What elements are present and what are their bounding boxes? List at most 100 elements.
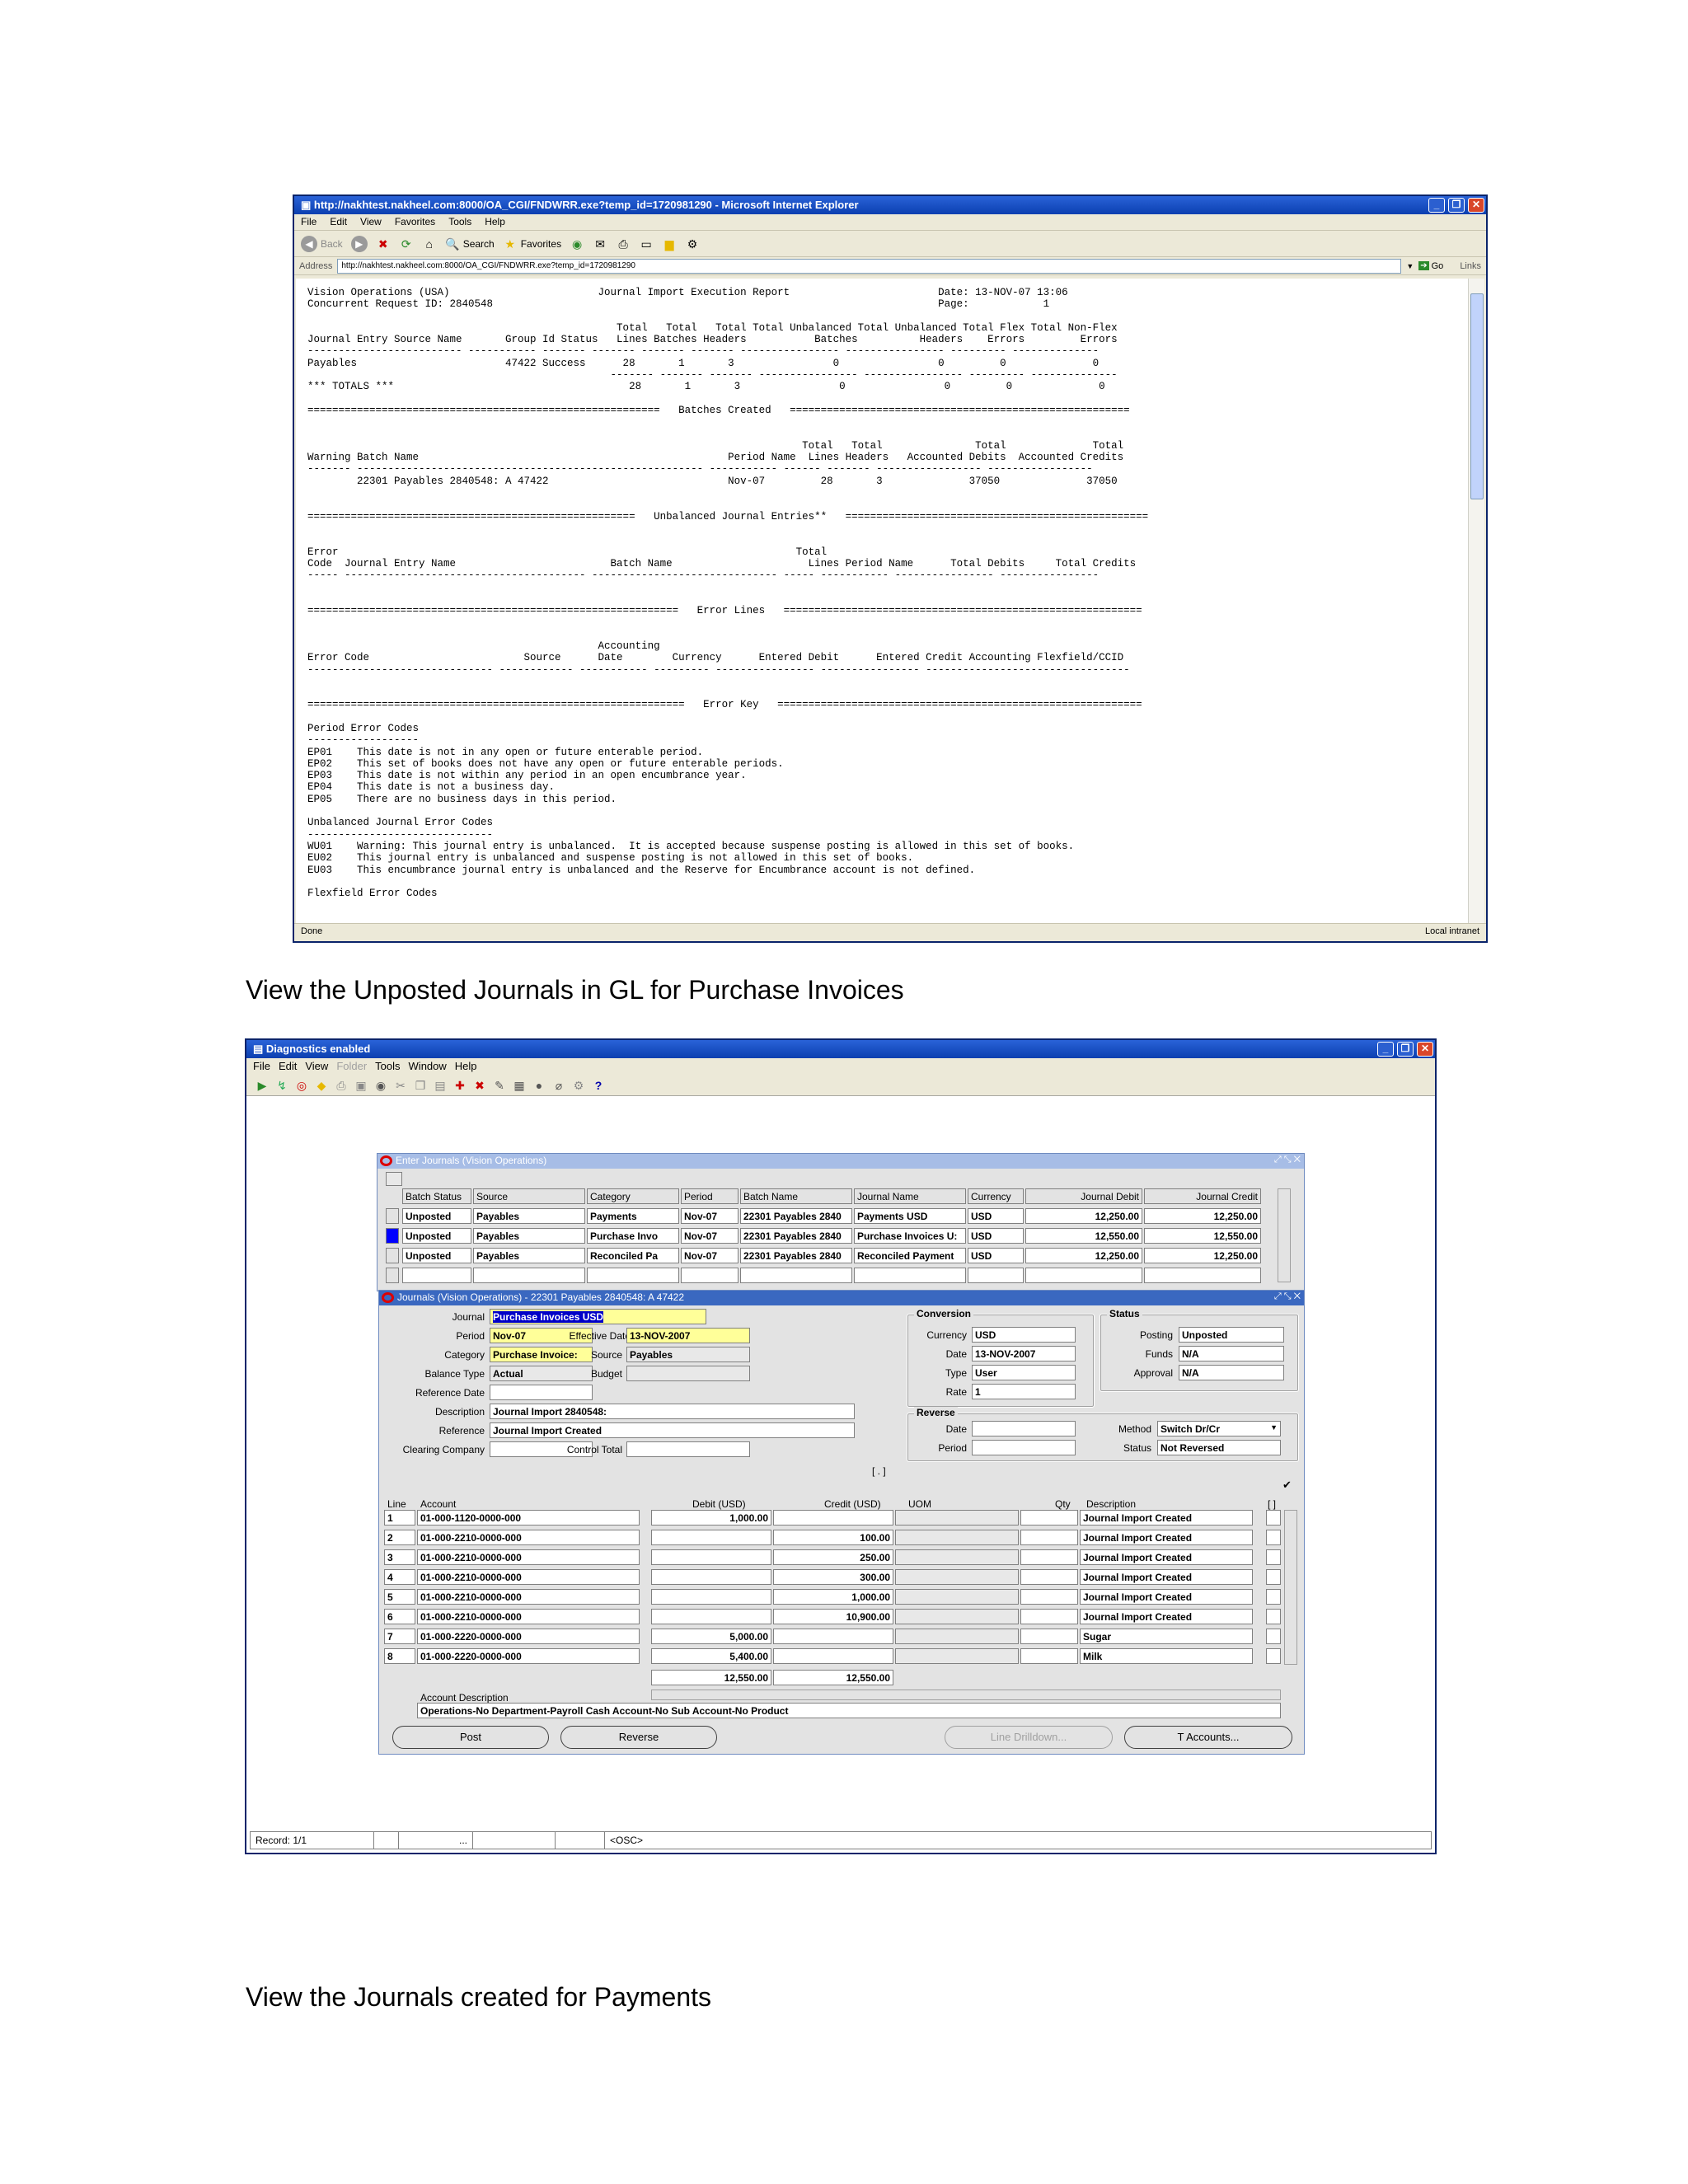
table-cell[interactable] — [968, 1268, 1024, 1283]
column-header[interactable]: Period — [681, 1188, 738, 1204]
table-cell[interactable]: Payables — [473, 1248, 585, 1263]
oracle-menu-tools[interactable]: Tools — [375, 1060, 400, 1073]
menu-help[interactable]: Help — [485, 216, 505, 228]
table-cell[interactable]: 12,550.00 — [1025, 1228, 1142, 1244]
table-cell[interactable]: Nov-07 — [681, 1228, 738, 1244]
table-cell[interactable] — [1144, 1268, 1261, 1283]
menu-favorites[interactable]: Favorites — [395, 216, 435, 228]
table-cell[interactable]: Payables — [473, 1208, 585, 1224]
close-button[interactable]: ✕ — [1468, 198, 1484, 213]
reference-field[interactable]: Journal Import Created — [490, 1422, 855, 1438]
reverse-period-field[interactable] — [972, 1440, 1076, 1455]
table-cell[interactable]: Payments USD — [854, 1208, 966, 1224]
journal-line-cell[interactable]: Journal Import Created — [1080, 1609, 1253, 1624]
column-header[interactable]: Source — [473, 1188, 585, 1204]
journal-line-cell[interactable] — [651, 1569, 771, 1585]
line-number-cell[interactable]: 3 — [384, 1549, 415, 1565]
journal-line-cell[interactable] — [1266, 1549, 1281, 1565]
table-cell[interactable]: 22301 Payables 2840 — [740, 1228, 852, 1244]
journal-line-cell[interactable] — [895, 1530, 1019, 1545]
table-cell[interactable] — [740, 1268, 852, 1283]
journal-line-cell[interactable] — [1266, 1629, 1281, 1644]
paste-icon[interactable]: ▤ — [433, 1078, 448, 1093]
oracle-maximize-button[interactable]: ❐ — [1397, 1042, 1414, 1057]
table-cell[interactable]: Payments — [587, 1208, 679, 1224]
minimize-button[interactable]: _ — [1428, 198, 1445, 213]
journal-line-cell[interactable] — [895, 1589, 1019, 1605]
line-drilldown-button[interactable]: Line Drilldown... — [945, 1726, 1113, 1749]
table-cell[interactable]: Nov-07 — [681, 1208, 738, 1224]
oracle-menu-edit[interactable]: Edit — [279, 1060, 297, 1073]
table-cell[interactable]: 12,250.00 — [1144, 1208, 1261, 1224]
folder-tools-icon[interactable]: ⚙ — [571, 1078, 586, 1093]
line-number-cell[interactable]: 6 — [384, 1609, 415, 1624]
links-label[interactable]: Links — [1460, 261, 1481, 271]
table-cell[interactable]: Reconciled Payment — [854, 1248, 966, 1263]
journal-line-cell[interactable]: Journal Import Created — [1080, 1589, 1253, 1605]
journal-line-cell[interactable]: 01-000-1120-0000-000 — [417, 1510, 640, 1526]
table-cell[interactable]: 12,250.00 — [1025, 1208, 1142, 1224]
conversion-rate-field[interactable]: 1 — [972, 1384, 1076, 1399]
journal-line-cell[interactable]: Journal Import Created — [1080, 1569, 1253, 1585]
window-controls-icon[interactable]: ⤢ ⤡ ✕ — [1274, 1155, 1301, 1165]
report-scrollbar[interactable] — [1468, 279, 1484, 923]
table-cell[interactable]: USD — [968, 1228, 1024, 1244]
messenger-icon[interactable]: ⚙ — [685, 237, 700, 251]
journal-line-cell[interactable] — [1020, 1510, 1078, 1526]
column-header[interactable]: Journal Credit — [1144, 1188, 1261, 1204]
journal-line-cell[interactable] — [651, 1530, 771, 1545]
row-selector[interactable] — [386, 1228, 399, 1244]
edit-icon[interactable]: ▭ — [639, 237, 654, 251]
oracle-minimize-button[interactable]: _ — [1377, 1042, 1394, 1057]
menu-tools[interactable]: Tools — [448, 216, 471, 228]
conversion-currency-field[interactable]: USD — [972, 1327, 1076, 1343]
line-number-cell[interactable]: 4 — [384, 1569, 415, 1585]
column-header[interactable]: Category — [587, 1188, 679, 1204]
table-cell[interactable]: 12,250.00 — [1144, 1248, 1261, 1263]
journal-line-cell[interactable]: 100.00 — [773, 1530, 893, 1545]
journal-line-cell[interactable] — [773, 1629, 893, 1644]
go-button[interactable]: ➔ Go — [1418, 261, 1443, 271]
enter-journals-scrollbar[interactable] — [1278, 1188, 1291, 1282]
maximize-button[interactable]: ❐ — [1448, 198, 1465, 213]
journal-line-cell[interactable]: 1,000.00 — [773, 1589, 893, 1605]
journal-line-cell[interactable] — [1020, 1609, 1078, 1624]
horizontal-scrollbar[interactable] — [651, 1690, 1281, 1700]
journal-line-cell[interactable]: 250.00 — [773, 1549, 893, 1565]
approval-field[interactable]: N/A — [1179, 1365, 1284, 1380]
column-header[interactable]: Batch Name — [740, 1188, 852, 1204]
journal-line-cell[interactable] — [1266, 1569, 1281, 1585]
reference-date-field[interactable] — [490, 1385, 593, 1400]
row-selector[interactable] — [386, 1248, 399, 1263]
journal-line-cell[interactable]: 5,400.00 — [651, 1648, 771, 1664]
reverse-button[interactable]: Reverse — [560, 1726, 717, 1749]
journal-line-cell[interactable] — [773, 1648, 893, 1664]
journal-line-cell[interactable] — [1266, 1648, 1281, 1664]
journal-line-cell[interactable] — [773, 1510, 893, 1526]
forward-button[interactable]: ▶ — [350, 235, 368, 252]
journal-line-cell[interactable]: 01-000-2220-0000-000 — [417, 1629, 640, 1644]
oracle-close-button[interactable]: ✕ — [1417, 1042, 1433, 1057]
table-cell[interactable]: Purchase Invo — [587, 1228, 679, 1244]
table-cell[interactable]: Payables — [473, 1228, 585, 1244]
journal-line-cell[interactable] — [1020, 1629, 1078, 1644]
funds-field[interactable]: N/A — [1179, 1346, 1284, 1361]
journal-lines-scrollbar[interactable] — [1284, 1510, 1297, 1665]
journal-line-cell[interactable]: 01-000-2210-0000-000 — [417, 1549, 640, 1565]
line-number-cell[interactable]: 2 — [384, 1530, 415, 1545]
journal-line-cell[interactable] — [1266, 1510, 1281, 1526]
table-cell[interactable]: 12,550.00 — [1144, 1228, 1261, 1244]
checkbox-checked[interactable]: ✔ — [1282, 1479, 1292, 1492]
save-icon[interactable]: ◆ — [314, 1078, 329, 1093]
t-accounts-button[interactable]: T Accounts... — [1124, 1726, 1292, 1749]
journal-line-cell[interactable]: 01-000-2220-0000-000 — [417, 1648, 640, 1664]
menu-edit[interactable]: Edit — [330, 216, 347, 228]
window-controls-icon[interactable]: ⤢ ⤡ ✕ — [1274, 1291, 1301, 1302]
table-cell[interactable]: Unposted — [402, 1208, 471, 1224]
table-cell[interactable] — [587, 1268, 679, 1283]
journal-line-cell[interactable] — [895, 1569, 1019, 1585]
journal-line-cell[interactable] — [1020, 1530, 1078, 1545]
journal-line-cell[interactable] — [895, 1609, 1019, 1624]
account-description-field[interactable]: Operations-No Department-Payroll Cash Ac… — [417, 1703, 1281, 1718]
find-icon[interactable]: ◉ — [373, 1078, 388, 1093]
